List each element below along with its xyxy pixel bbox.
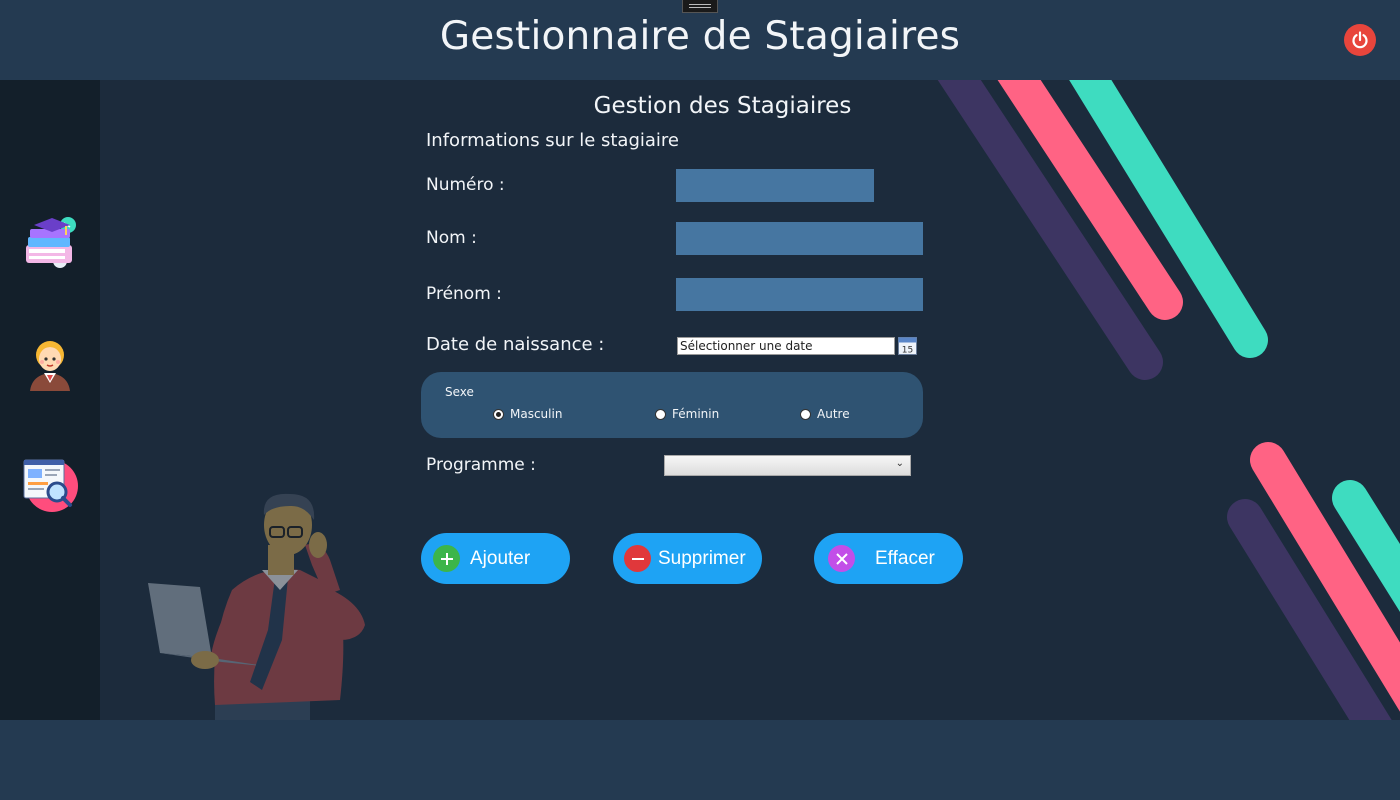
sexe-group: Sexe Masculin Féminin Autre <box>421 372 923 438</box>
radio-label: Autre <box>817 407 850 421</box>
ajouter-label: Ajouter <box>470 547 531 569</box>
sidebar-item-stagiaires[interactable] <box>22 335 78 391</box>
programme-label: Programme : <box>426 455 536 475</box>
sidebar-item-formations[interactable] <box>22 215 78 271</box>
radio-dot[interactable] <box>655 408 666 420</box>
ajouter-button[interactable]: Ajouter <box>421 533 570 584</box>
power-icon <box>1352 31 1368 49</box>
effacer-label: Effacer <box>875 547 935 569</box>
sexe-legend: Sexe <box>445 385 474 399</box>
sidebar-item-recherche[interactable] <box>22 456 78 512</box>
radio-masculin[interactable]: Masculin <box>493 407 562 421</box>
prenom-field[interactable] <box>676 278 923 311</box>
minus-icon <box>624 545 651 572</box>
plus-icon <box>433 545 460 572</box>
radio-label: Masculin <box>510 407 563 421</box>
books-graduation-icon <box>26 217 76 268</box>
radio-dot[interactable] <box>800 408 811 420</box>
effacer-button[interactable]: Effacer <box>814 533 963 584</box>
date-naissance-label: Date de naissance : <box>426 334 605 355</box>
nom-field[interactable] <box>676 222 923 255</box>
numero-field[interactable] <box>676 169 874 202</box>
form-title: Gestion des Stagiaires <box>593 93 852 119</box>
radio-dot[interactable] <box>493 408 504 420</box>
chevron-down-icon: ⌄ <box>895 458 904 469</box>
sidebar <box>0 80 100 720</box>
calendar-day-text: 15 <box>902 346 913 356</box>
supprimer-label: Supprimer <box>658 547 746 569</box>
footer-bar <box>0 720 1400 800</box>
calendar-icon: 15 <box>898 337 917 356</box>
power-button[interactable] <box>1344 24 1376 56</box>
date-naissance-picker[interactable] <box>677 337 895 355</box>
numero-label: Numéro : <box>426 175 505 195</box>
prenom-label: Prénom : <box>426 284 502 304</box>
app-title: Gestionnaire de Stagiaires <box>439 14 961 59</box>
clear-x-icon <box>828 545 855 572</box>
section-title: Informations sur le stagiaire <box>426 130 680 151</box>
search-document-icon <box>23 459 78 512</box>
radio-label: Féminin <box>672 407 720 421</box>
header-bar: Gestionnaire de Stagiaires <box>0 0 1400 80</box>
supprimer-button[interactable]: Supprimer <box>613 533 762 584</box>
programme-select[interactable]: ⌄ <box>664 455 911 476</box>
nom-label: Nom : <box>426 228 477 248</box>
window-drag-handle[interactable] <box>682 0 718 13</box>
calendar-button[interactable]: 15 <box>898 337 917 356</box>
radio-feminin[interactable]: Féminin <box>655 407 719 421</box>
businessman-illustration <box>148 493 365 720</box>
student-avatar-icon <box>30 341 70 391</box>
radio-autre[interactable]: Autre <box>800 407 850 421</box>
